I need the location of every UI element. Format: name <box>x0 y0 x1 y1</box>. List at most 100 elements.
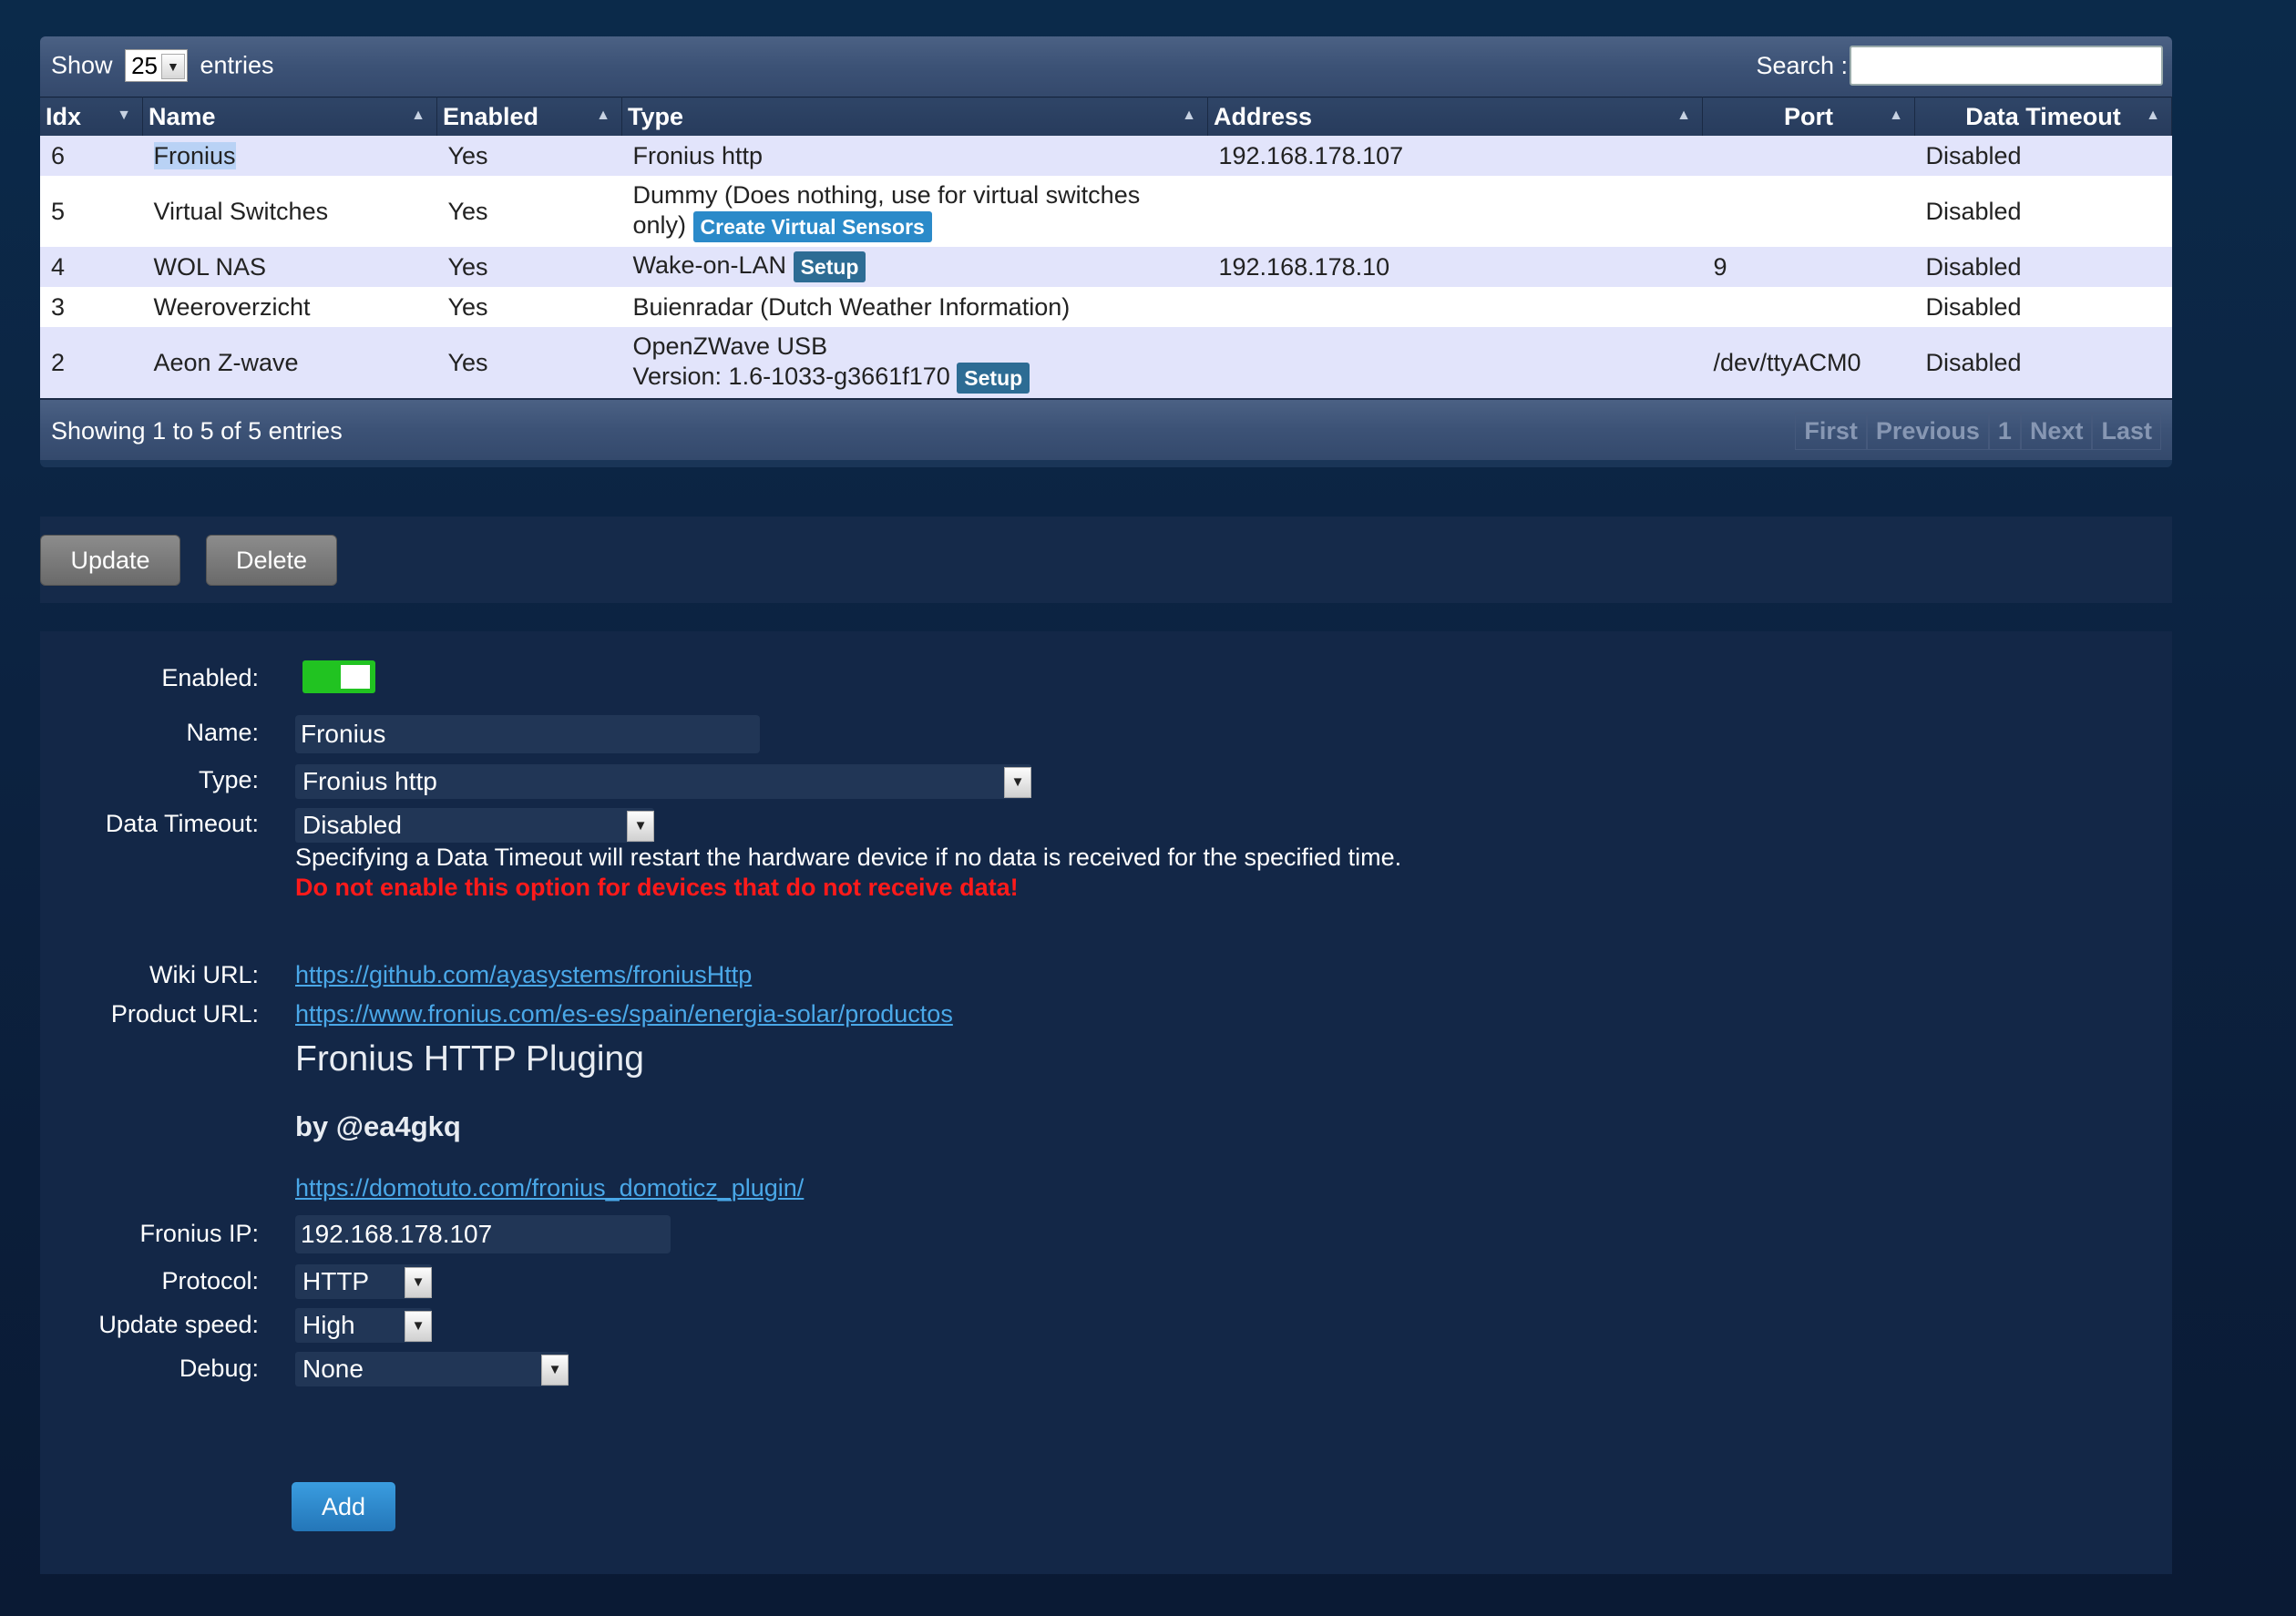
cell-address <box>1207 176 1703 247</box>
cell-enabled: Yes <box>436 327 622 398</box>
column-label: Name <box>149 102 216 130</box>
type-select[interactable]: Fronius http ▼ <box>295 764 1031 799</box>
selected-name-text: Fronius <box>153 141 236 169</box>
data-timeout-select[interactable]: Disabled ▼ <box>295 808 654 843</box>
cell-idx: 4 <box>40 247 143 287</box>
cell-port: /dev/ttyACM0 <box>1702 327 1915 398</box>
debug-label: Debug: <box>179 1355 259 1382</box>
cell-enabled: Yes <box>436 136 622 176</box>
column-label: Enabled <box>443 102 539 130</box>
table-footer: Showing 1 to 5 of 5 entries First Previo… <box>40 398 2172 460</box>
cell-enabled: Yes <box>436 176 622 247</box>
plugin-link[interactable]: https://domotuto.com/fronius_domoticz_pl… <box>295 1174 804 1202</box>
column-label: Port <box>1784 102 1833 130</box>
cell-enabled: Yes <box>436 287 622 327</box>
debug-select[interactable]: None ▼ <box>295 1352 569 1386</box>
data-timeout-help: Specifying a Data Timeout will restart t… <box>295 844 1402 871</box>
pager-previous[interactable]: Previous <box>1866 413 1989 450</box>
column-header-address[interactable]: Address ▲ <box>1207 97 1703 136</box>
sort-asc-icon: ▲ <box>596 107 610 123</box>
update-speed-select[interactable]: High ▼ <box>295 1308 432 1343</box>
cell-type: OpenZWave USB Version: 1.6-1033-g3661f17… <box>621 327 1208 398</box>
chevron-down-icon: ▼ <box>405 1267 432 1298</box>
fronius-ip-input[interactable]: 192.168.178.107 <box>295 1215 671 1253</box>
cell-timeout: Disabled <box>1914 247 2172 287</box>
sort-asc-icon: ▲ <box>1182 107 1196 123</box>
pager-first[interactable]: First <box>1795 413 1867 450</box>
column-header-idx[interactable]: Idx ▼ <box>40 97 143 136</box>
delete-button[interactable]: Delete <box>206 535 337 586</box>
sort-asc-icon: ▲ <box>411 107 425 123</box>
table-row[interactable]: 5 Virtual Switches Yes Dummy (Does nothi… <box>40 176 2172 247</box>
plugin-title: Fronius HTTP Pluging <box>295 1039 644 1079</box>
search-label: Search : <box>1756 52 1848 79</box>
sort-asc-icon: ▲ <box>1889 107 1903 123</box>
search-input[interactable] <box>1850 46 2163 86</box>
type-text-line2: only) Create Virtual Sensors <box>633 210 1197 242</box>
cell-name: Weeroverzicht <box>142 287 437 327</box>
hardware-table: Idx ▼ Name ▲ Enabled ▲ Type ▲ Address ▲ Port ▲… <box>40 97 2172 398</box>
table-row[interactable]: 6 Fronius Yes Fronius http 192.168.178.1… <box>40 136 2172 176</box>
cell-name: Fronius <box>142 136 437 176</box>
column-header-data-timeout[interactable]: Data Timeout ▲ <box>1914 97 2172 136</box>
protocol-select[interactable]: HTTP ▼ <box>295 1264 432 1299</box>
table-row[interactable]: 4 WOL NAS Yes Wake-on-LAN Setup 192.168.… <box>40 247 2172 287</box>
pager-next[interactable]: Next <box>2020 413 2093 450</box>
cell-timeout: Disabled <box>1914 287 2172 327</box>
data-timeout-value: Disabled <box>302 811 402 839</box>
enabled-label: Enabled: <box>161 664 259 691</box>
name-label: Name: <box>186 719 259 746</box>
entries-select[interactable]: 25 ▼ <box>125 49 188 82</box>
cell-idx: 2 <box>40 327 143 398</box>
chevron-down-icon: ▼ <box>405 1311 432 1342</box>
name-input[interactable]: Fronius <box>295 715 760 753</box>
wiki-url-link[interactable]: https://github.com/ayasystems/froniusHtt… <box>295 961 752 989</box>
enabled-toggle[interactable] <box>302 660 375 693</box>
wol-setup-button[interactable]: Setup <box>793 251 866 282</box>
entries-value: 25 <box>131 52 158 79</box>
column-header-port[interactable]: Port ▲ <box>1702 97 1915 136</box>
version-text: Version: 1.6-1033-g3661f170 <box>632 363 950 391</box>
type-text: Dummy (Does nothing, use for virtual swi… <box>632 181 1141 210</box>
entries-label: entries <box>200 51 274 79</box>
cell-idx: 5 <box>40 176 143 247</box>
cell-timeout: Disabled <box>1914 327 2172 398</box>
cell-idx: 6 <box>40 136 143 176</box>
protocol-value: HTTP <box>302 1267 370 1295</box>
column-header-type[interactable]: Type ▲ <box>621 97 1208 136</box>
product-url-link[interactable]: https://www.fronius.com/es-es/spain/ener… <box>295 1000 953 1028</box>
chevron-down-icon: ▼ <box>1004 767 1031 798</box>
cell-name: Aeon Z-wave <box>142 327 437 398</box>
update-button[interactable]: Update <box>40 535 180 586</box>
table-row[interactable]: 2 Aeon Z-wave Yes OpenZWave USB Version:… <box>40 327 2172 398</box>
add-button[interactable]: Add <box>292 1482 395 1531</box>
cell-timeout: Disabled <box>1914 136 2172 176</box>
sort-desc-icon: ▼ <box>117 107 131 123</box>
create-virtual-sensors-button[interactable]: Create Virtual Sensors <box>692 210 932 242</box>
hardware-edit-form: Enabled: Name: Fronius Type: Fronius htt… <box>40 631 2172 1574</box>
pagination: First Previous 1 Next Last <box>1795 413 2161 450</box>
column-header-name[interactable]: Name ▲ <box>142 97 437 136</box>
debug-value: None <box>302 1355 364 1383</box>
type-select-value: Fronius http <box>302 767 437 795</box>
cell-type: Wake-on-LAN Setup <box>621 247 1208 287</box>
cell-address: 192.168.178.107 <box>1207 136 1703 176</box>
toggle-knob <box>341 665 370 689</box>
pager-last[interactable]: Last <box>2092 413 2161 450</box>
cell-timeout: Disabled <box>1914 176 2172 247</box>
cell-type: Fronius http <box>621 136 1208 176</box>
pager-page-1[interactable]: 1 <box>1988 413 2021 450</box>
type-label: Type: <box>198 766 259 793</box>
cell-enabled: Yes <box>436 247 622 287</box>
column-label: Type <box>628 102 684 130</box>
column-header-enabled[interactable]: Enabled ▲ <box>436 97 622 136</box>
cell-name: WOL NAS <box>142 247 437 287</box>
zwave-setup-button[interactable]: Setup <box>957 362 1030 394</box>
type-text: Wake-on-LAN <box>632 251 787 280</box>
fronius-ip-label: Fronius IP: <box>139 1220 259 1247</box>
table-row[interactable]: 3 Weeroverzicht Yes Buienradar (Dutch We… <box>40 287 2172 327</box>
hardware-table-panel: Show 25 ▼ entries Search : Idx ▼ Name ▲ En… <box>40 36 2172 467</box>
chevron-down-icon: ▼ <box>160 54 185 79</box>
cell-port <box>1702 176 1915 247</box>
plugin-author: by @ea4gkq <box>295 1110 461 1142</box>
